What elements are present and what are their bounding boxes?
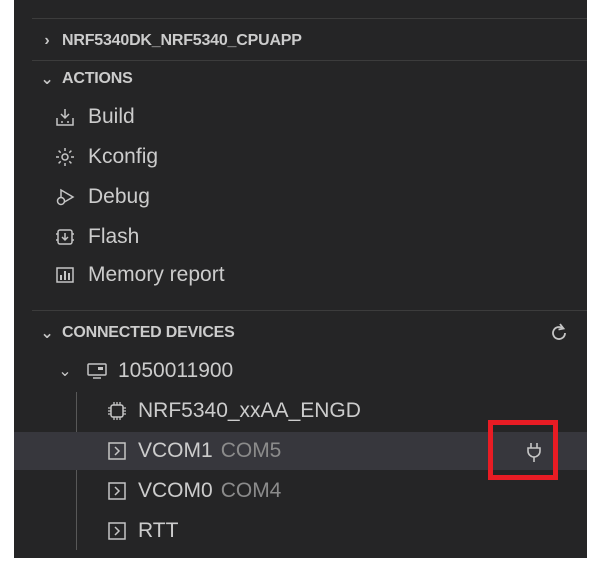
port-name: VCOM1 — [138, 439, 213, 462]
connected-devices-section-header[interactable]: ⌄ CONNECTED DEVICES — [14, 314, 587, 352]
chevron-down-icon[interactable]: ⌄ — [38, 69, 56, 89]
action-debug[interactable]: Debug — [14, 178, 587, 216]
debug-icon — [50, 187, 80, 207]
port-name: RTT — [138, 519, 179, 542]
port-name: VCOM0 — [138, 479, 213, 502]
highlight-annotation-box — [488, 420, 558, 480]
chip-label: NRF5340_xxAA_ENGD — [138, 399, 361, 422]
port-com: COM5 — [220, 439, 282, 462]
flash-icon — [50, 227, 80, 247]
device-row[interactable]: ⌄ 1050011900 — [14, 352, 587, 390]
device-serial: 1050011900 — [118, 359, 234, 382]
terminal-icon — [102, 521, 132, 541]
action-label: Flash — [88, 225, 140, 248]
top-divider — [32, 18, 587, 19]
actions-divider — [32, 310, 587, 311]
terminal-icon — [102, 481, 132, 501]
action-label: Build — [88, 105, 135, 128]
action-label: Kconfig — [88, 145, 159, 168]
chip-icon — [102, 401, 132, 421]
action-label: Debug — [88, 185, 150, 208]
actions-title: ACTIONS — [62, 70, 133, 87]
actions-section-header[interactable]: ⌄ ACTIONS — [14, 60, 587, 98]
action-memory-report[interactable]: Memory report — [14, 256, 587, 294]
port-row-rtt[interactable]: RTT — [14, 512, 587, 550]
device-icon — [82, 362, 112, 380]
terminal-icon — [102, 441, 132, 461]
chevron-right-icon[interactable]: › — [38, 32, 56, 50]
action-flash[interactable]: Flash — [14, 218, 587, 256]
build-icon — [50, 107, 80, 127]
gear-icon — [50, 147, 80, 167]
chevron-down-icon[interactable]: ⌄ — [38, 323, 56, 343]
refresh-icon[interactable] — [548, 322, 570, 349]
port-com: COM4 — [220, 479, 282, 502]
chevron-down-icon[interactable]: ⌄ — [56, 361, 74, 381]
memory-report-icon — [50, 265, 80, 285]
board-label: NRF5340DK_NRF5340_CPUAPP — [62, 32, 302, 49]
action-kconfig[interactable]: Kconfig — [14, 138, 587, 176]
action-label: Memory report — [88, 263, 225, 286]
board-row[interactable]: › NRF5340DK_NRF5340_CPUAPP — [14, 22, 587, 60]
action-build[interactable]: Build — [14, 98, 587, 136]
connected-devices-title: CONNECTED DEVICES — [62, 324, 235, 341]
